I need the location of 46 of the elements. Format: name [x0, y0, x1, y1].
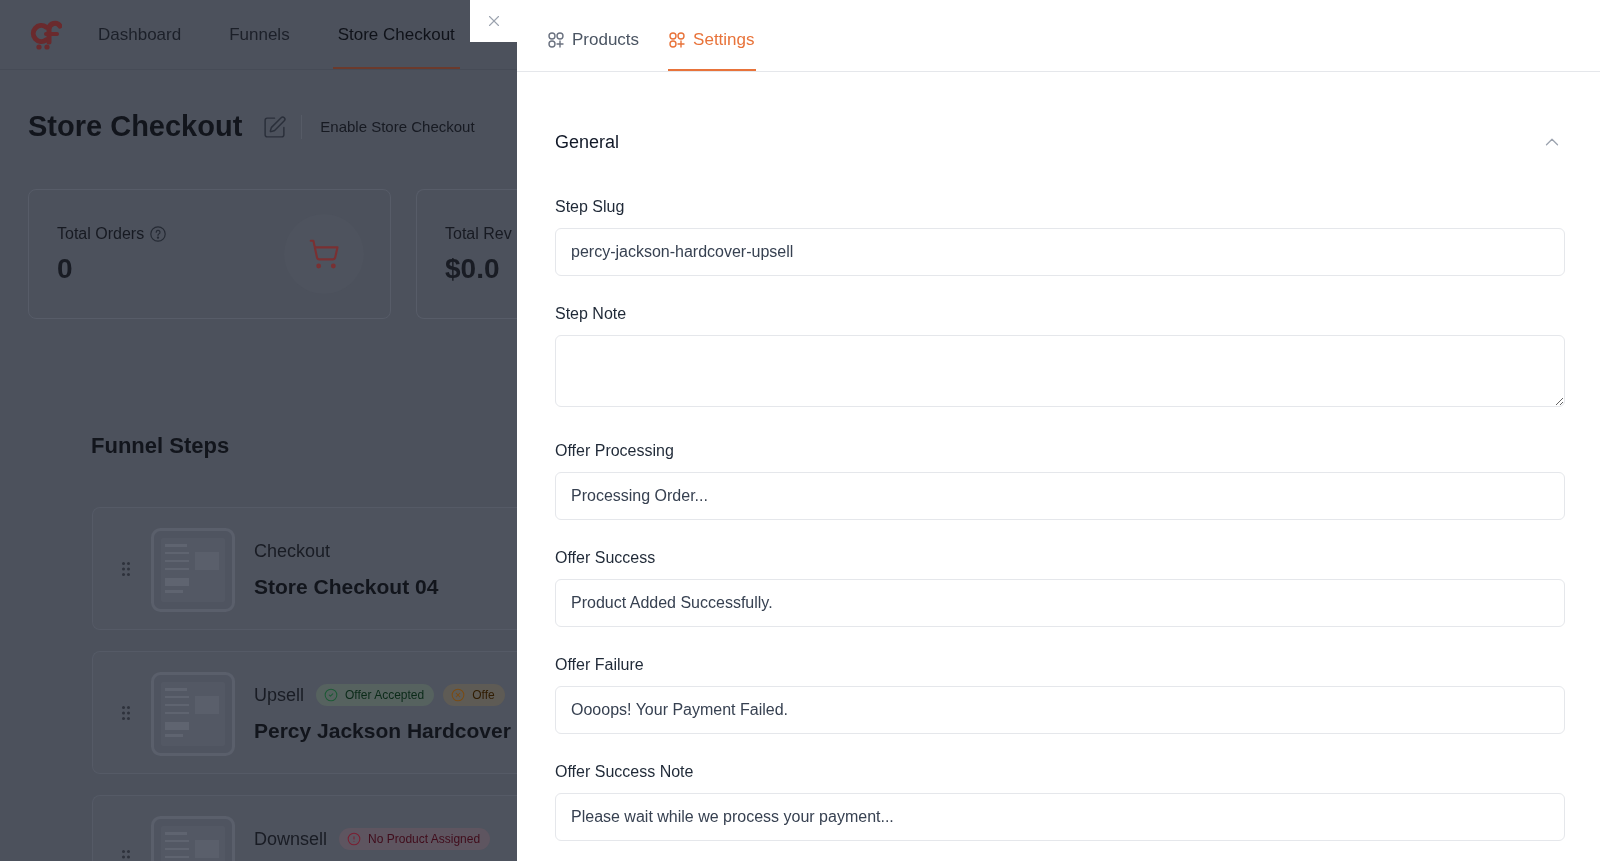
step-type: Downsell	[254, 827, 328, 851]
stat-value: 0	[57, 252, 74, 285]
text-input[interactable]: Oooops! Your Payment Failed.	[555, 686, 1565, 734]
alert-circle-icon	[347, 832, 362, 846]
field-label: Offer Processing	[555, 441, 675, 461]
text-input[interactable]: Product Added Successfully.	[555, 579, 1565, 627]
step-card[interactable]: Upsell Offer Accepted Offe Percy Jackson Hardcover	[92, 651, 517, 774]
section-title: General	[555, 130, 620, 154]
step-card[interactable]: Downsell No Product Assigned	[92, 795, 517, 861]
drag-handle-icon[interactable]	[122, 706, 130, 720]
edit-icon[interactable]	[262, 114, 288, 140]
field-label: Step Slug	[555, 197, 626, 217]
drawer-tab[interactable]: Settings	[668, 0, 756, 71]
status-badge: Offe	[443, 684, 505, 706]
field-label: Step Note	[555, 304, 628, 324]
stat-label: Total Orders	[57, 223, 145, 244]
step-type: Checkout	[254, 539, 331, 563]
field-label: Offer Success	[555, 548, 657, 568]
stat-label: Total Rev	[445, 223, 512, 244]
status-badge: No Product Assigned	[339, 828, 491, 850]
page-title: Store Checkout	[28, 109, 243, 145]
status-badge: Offer Accepted	[316, 684, 435, 706]
drawer-tab[interactable]: Products	[547, 0, 641, 71]
step-name[interactable]: Store Checkout 04	[254, 573, 439, 601]
check-circle-icon	[324, 688, 339, 702]
text-input[interactable]: Please wait while we process your payment...	[555, 793, 1565, 841]
x-circle-icon	[451, 688, 466, 702]
stat-value: $0.0	[445, 252, 501, 285]
section-heading: Funnel Steps	[91, 432, 231, 460]
drag-handle-icon[interactable]	[122, 850, 130, 861]
text-input[interactable]: percy-jackson-hardcover-upsell	[555, 228, 1565, 276]
nav-tab[interactable]: Store Checkout	[332, 0, 460, 69]
help-icon[interactable]	[150, 225, 167, 242]
apps-icon	[669, 31, 686, 48]
drag-handle-icon[interactable]	[122, 562, 130, 576]
logo-icon[interactable]	[30, 19, 62, 50]
step-card[interactable]: Checkout Store Checkout 04	[92, 507, 517, 630]
text-input[interactable]: Processing Order...	[555, 472, 1565, 520]
step-name[interactable]: Percy Jackson Hardcover	[254, 717, 511, 745]
field-label: Offer Success Note	[555, 762, 695, 782]
close-button[interactable]	[470, 0, 517, 42]
step-type: Upsell	[254, 683, 305, 707]
toggle-label: Enable Store Checkout	[320, 116, 475, 137]
field-label: Offer Failure	[555, 655, 645, 675]
note-textarea[interactable]	[555, 335, 1565, 407]
apps-icon	[548, 31, 564, 48]
